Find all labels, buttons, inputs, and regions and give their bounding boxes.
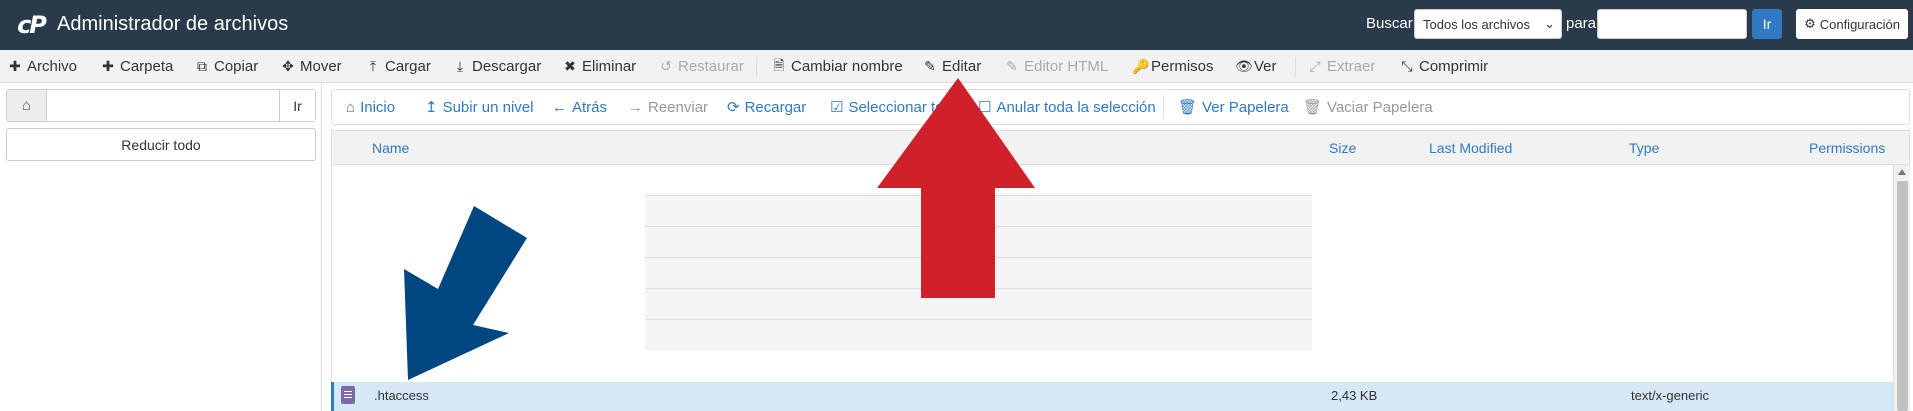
- blue-annotation-arrow-icon: [404, 206, 527, 380]
- annotation-overlay: [404, 78, 1035, 380]
- red-annotation-arrow-icon: [877, 78, 1035, 298]
